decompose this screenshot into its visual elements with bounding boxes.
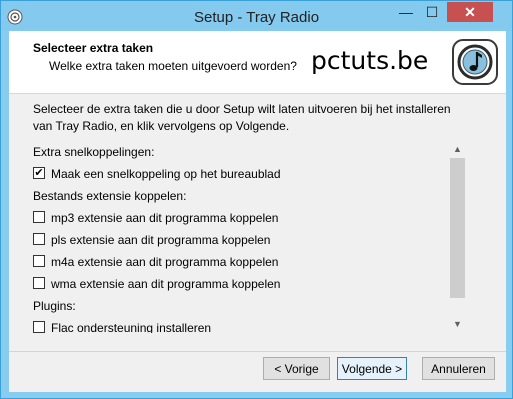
back-button[interactable]: < Vorige	[263, 357, 330, 380]
group-heading-extensions: Bestands extensie koppelen:	[33, 189, 187, 203]
checkbox-desktop-shortcut[interactable]: ✔	[33, 167, 45, 179]
cancel-button[interactable]: Annuleren	[422, 357, 495, 380]
checkbox-wma[interactable]	[33, 277, 45, 289]
tasks-list: Extra snelkoppelingen: ✔ Maak een snelko…	[33, 141, 465, 333]
scroll-down-icon[interactable]: ▼	[449, 316, 466, 333]
wizard-body: Selecteer extra taken Welke extra taken …	[9, 31, 506, 392]
page-title: Selecteer extra taken	[33, 41, 154, 55]
task-label: Maak een snelkoppeling op het bureaublad	[51, 167, 281, 181]
wizard-header: Selecteer extra taken Welke extra taken …	[9, 31, 506, 94]
task-label: mp3 extensie aan dit programma koppelen	[51, 211, 279, 225]
checkbox-pls[interactable]	[33, 233, 45, 245]
checkbox-mp3[interactable]	[33, 211, 45, 223]
tray-radio-logo-icon	[452, 39, 498, 85]
intro-text: Selecteer de extra taken die u door Setu…	[33, 102, 451, 133]
page-subtitle: Welke extra taken moeten uitgevoerd word…	[49, 59, 297, 73]
group-heading-shortcuts: Extra snelkoppelingen:	[33, 145, 155, 159]
task-label: wma extensie aan dit programma koppelen	[51, 277, 281, 291]
brand-text: pctuts.be	[311, 46, 429, 75]
setup-window: Setup - Tray Radio — ☐ ✕ Selecteer extra…	[0, 0, 513, 399]
next-button[interactable]: Volgende >	[337, 357, 407, 380]
checkbox-flac[interactable]	[33, 321, 45, 333]
vertical-scrollbar[interactable]: ▲ ▼	[449, 141, 466, 333]
minimize-button[interactable]: —	[393, 2, 419, 22]
maximize-button[interactable]: ☐	[419, 2, 445, 22]
group-heading-plugins: Plugins:	[33, 299, 76, 313]
close-button[interactable]: ✕	[447, 2, 493, 22]
title-bar[interactable]: Setup - Tray Radio — ☐ ✕	[1, 1, 512, 31]
footer-divider	[9, 351, 506, 352]
checkbox-m4a[interactable]	[33, 255, 45, 267]
scroll-thumb[interactable]	[450, 158, 465, 298]
task-label: Flac ondersteuning installeren	[51, 321, 212, 333]
task-label: pls extensie aan dit programma koppelen	[51, 233, 271, 247]
scroll-up-icon[interactable]: ▲	[449, 141, 466, 158]
task-label: m4a extensie aan dit programma koppelen	[51, 255, 279, 269]
